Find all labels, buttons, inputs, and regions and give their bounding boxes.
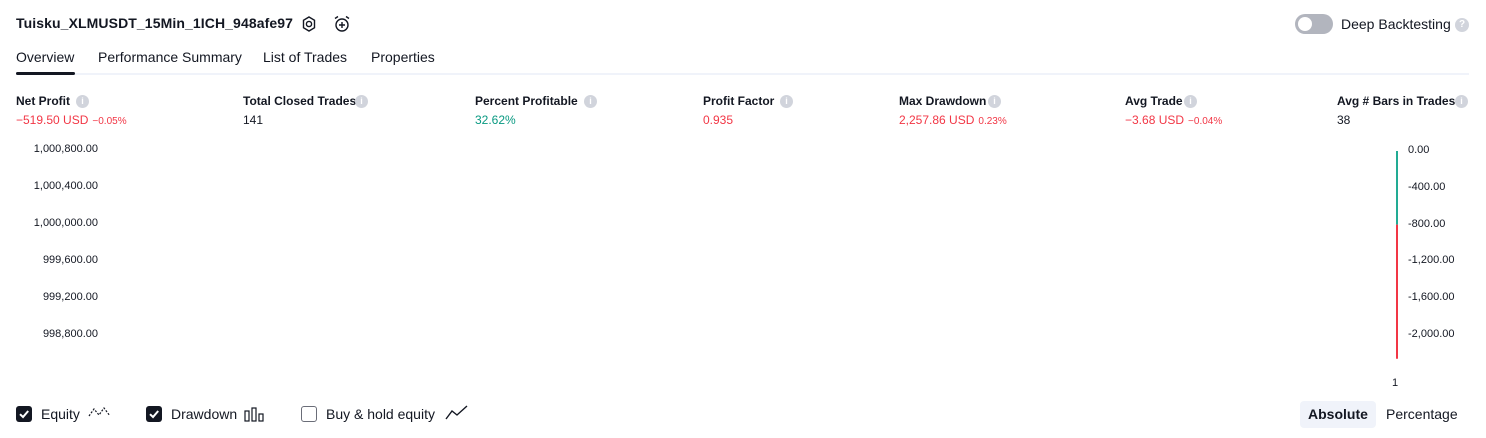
percentage-button[interactable]: Percentage [1378,401,1466,428]
metric-label-total-closed-trades: Total Closed Trades [243,94,357,108]
tab-list-of-trades[interactable]: List of Trades [263,49,347,65]
left-axis-tick: 1,000,800.00 [33,143,98,155]
deep-backtesting-label: Deep Backtesting [1341,16,1451,32]
metric-value-avg-bars-in-trades: 38 [1337,113,1351,127]
info-icon[interactable]: i [355,95,368,108]
metric-label-avg-bars-in-trades: Avg # Bars in Trades [1337,94,1456,108]
metric-label-max-drawdown: Max Drawdown [899,94,987,108]
x-axis-tick: 1 [1392,377,1399,389]
toggle-knob [1298,17,1312,31]
drawdown-label[interactable]: Drawdown [171,406,237,422]
metric-value-avg-trade: −3.68 USD −0.04% [1125,113,1223,127]
help-icon[interactable]: ? [1455,18,1469,32]
right-axis-tick: -2,000.00 [1408,328,1455,340]
left-axis-tick: 998,800.00 [42,328,98,340]
right-axis-tick: -800.00 [1408,218,1446,230]
strategy-title: Tuisku_XLMUSDT_15Min_1ICH_948afe97 [16,15,294,31]
tab-overview[interactable]: Overview [16,49,74,65]
deep-backtesting-toggle[interactable] [1295,14,1333,34]
equity-label[interactable]: Equity [41,406,80,422]
info-icon[interactable]: i [76,95,89,108]
gear-icon[interactable] [299,14,319,34]
buy-hold-checkbox[interactable] [301,406,317,422]
metric-label-percent-profitable: Percent Profitable [475,94,578,108]
info-icon[interactable]: i [988,95,1001,108]
metric-value-max-drawdown: 2,257.86 USD 0.23% [899,113,1007,127]
tabs-divider [16,73,1469,75]
left-axis-tick: 1,000,000.00 [33,217,98,229]
right-axis-tick: 0.00 [1408,144,1430,156]
absolute-button[interactable]: Absolute [1300,401,1376,428]
drawdown-checkbox[interactable] [146,406,162,422]
metric-value-total-closed-trades: 141 [243,113,264,127]
buy-hold-line-icon [445,404,469,427]
drawdown-bars-icon [243,405,267,428]
info-icon[interactable]: i [1455,95,1468,108]
equity-line-icon [88,404,112,427]
metric-label-profit-factor: Profit Factor [703,94,775,108]
metric-value-profit-factor: 0.935 [703,113,734,127]
left-axis-tick: 1,000,400.00 [33,180,98,192]
right-axis-tick: -400.00 [1408,181,1446,193]
metric-label-net-profit: Net Profit [16,94,70,108]
buy-hold-label[interactable]: Buy & hold equity [326,406,435,422]
tab-properties[interactable]: Properties [371,49,435,65]
active-tab-indicator [16,72,75,75]
equity-checkbox[interactable] [16,406,32,422]
info-icon[interactable]: i [584,95,597,108]
right-axis-tick: -1,200.00 [1408,254,1455,266]
metric-value-percent-profitable: 32.62% [475,113,516,127]
info-icon[interactable]: i [1184,95,1197,108]
add-alert-icon[interactable] [332,14,352,34]
metric-label-avg-trade: Avg Trade [1125,94,1183,108]
right-axis-tick: -1,600.00 [1408,291,1455,303]
tab-performance-summary[interactable]: Performance Summary [98,49,242,65]
info-icon[interactable]: i [780,95,793,108]
chart-plot [1396,151,1398,359]
left-axis-tick: 999,200.00 [42,291,98,303]
metric-value-net-profit: −519.50 USD −0.05% [16,113,127,127]
left-axis-tick: 999,600.00 [42,254,98,266]
